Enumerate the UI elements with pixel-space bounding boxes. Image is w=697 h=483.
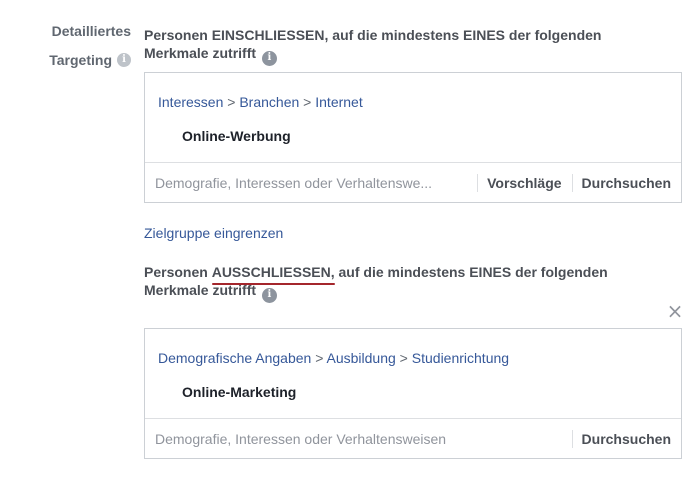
- detailed-targeting-label-line1: Detailliertes: [51, 23, 131, 39]
- exclude-search-input[interactable]: [145, 419, 572, 458]
- breadcrumb-item[interactable]: Demografische Angaben: [158, 350, 311, 366]
- include-targeting-box: Interessen > Branchen > Internet Online-…: [144, 72, 682, 203]
- include-search-input[interactable]: [145, 163, 478, 202]
- exclude-targeting-box: Demografische Angaben > Ausbildung > Stu…: [144, 328, 682, 459]
- info-icon[interactable]: i: [261, 287, 277, 303]
- browse-button[interactable]: Durchsuchen: [573, 175, 681, 191]
- include-heading-prefix: Personen: [144, 27, 212, 43]
- breadcrumb-item[interactable]: Internet: [315, 94, 362, 110]
- breadcrumb-item[interactable]: Interessen: [158, 94, 223, 110]
- detailed-targeting-label-text: Targeting: [49, 52, 112, 68]
- exclude-heading-prefix: Personen: [144, 264, 212, 280]
- browse-button[interactable]: Durchsuchen: [573, 431, 681, 447]
- exclude-breadcrumb: Demografische Angaben > Ausbildung > Stu…: [158, 350, 509, 366]
- include-breadcrumb: Interessen > Branchen > Internet: [158, 94, 363, 110]
- include-search-footer: Vorschläge Durchsuchen: [145, 162, 681, 202]
- exclude-search-footer: Durchsuchen: [145, 418, 681, 458]
- detailed-targeting-label-line2: Targeting i: [49, 51, 131, 69]
- breadcrumb-separator: >: [223, 94, 240, 110]
- breadcrumb-item[interactable]: Ausbildung: [327, 350, 396, 366]
- narrow-audience-link[interactable]: Zielgruppe eingrenzen: [144, 225, 283, 241]
- selected-demographic[interactable]: Online-Marketing: [182, 384, 296, 400]
- include-heading-keyword: EINSCHLIESSEN: [211, 27, 325, 43]
- include-heading: Personen EINSCHLIESSEN, auf die mindeste…: [144, 26, 664, 66]
- breadcrumb-separator: >: [299, 94, 316, 110]
- info-icon[interactable]: i: [261, 50, 277, 66]
- info-icon[interactable]: i: [117, 53, 131, 67]
- suggestions-button[interactable]: Vorschläge: [478, 175, 571, 191]
- breadcrumb-item[interactable]: Branchen: [239, 94, 299, 110]
- exclude-heading-keyword: AUSSCHLIESSEN: [211, 264, 335, 285]
- breadcrumb-separator: >: [395, 350, 412, 366]
- breadcrumb-separator: >: [311, 350, 327, 366]
- close-icon[interactable]: ×: [665, 301, 685, 321]
- exclude-heading: Personen AUSSCHLIESSEN, auf die mindeste…: [144, 263, 664, 303]
- breadcrumb-item[interactable]: Studienrichtung: [412, 350, 509, 366]
- selected-interest[interactable]: Online-Werbung: [182, 128, 291, 144]
